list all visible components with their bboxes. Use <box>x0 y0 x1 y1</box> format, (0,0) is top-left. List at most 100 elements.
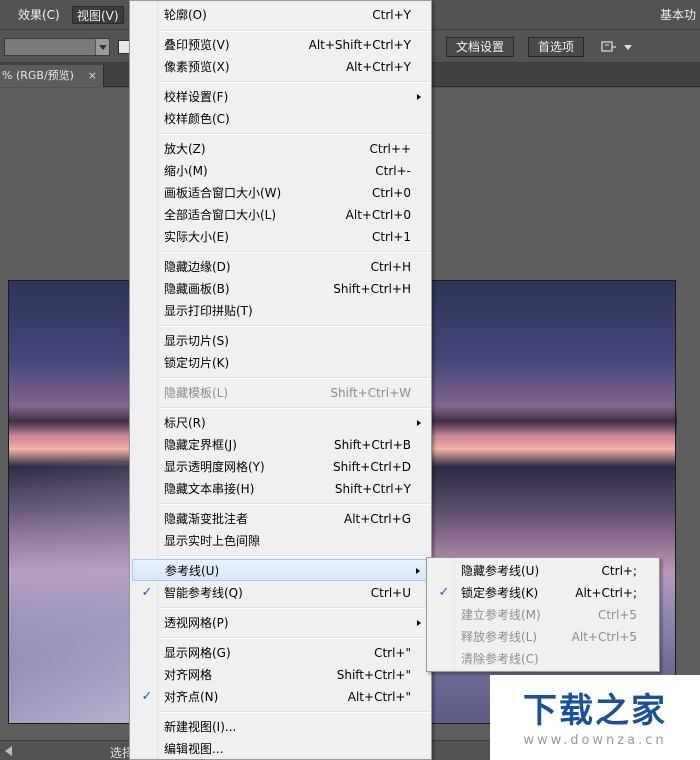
menu-item-label: 清除参考线(C) <box>461 652 539 666</box>
preferences-button[interactable]: 首选项 <box>528 37 585 57</box>
menu-item-shortcut: Ctrl+Y <box>372 8 411 22</box>
menu-separator <box>160 637 429 639</box>
chevron-down-icon <box>95 39 109 55</box>
check-icon: ✓ <box>438 585 450 600</box>
menu-separator <box>160 81 429 83</box>
menu-item-shortcut: Ctrl+; <box>601 564 637 578</box>
chevron-left-icon[interactable] <box>5 746 12 756</box>
menu-view[interactable]: 视图(V) <box>72 6 124 24</box>
menu-item-label: 隐藏文本串接(H) <box>164 482 255 496</box>
menu-item-lock-slices[interactable]: 锁定切片(K) <box>132 352 429 374</box>
arrange-documents-icon[interactable] <box>600 39 640 55</box>
menu-item-fit-artboard[interactable]: 画板适合窗口大小(W) Ctrl+0 <box>132 182 429 204</box>
menu-item-proof-colors[interactable]: 校样颜色(C) <box>132 108 429 130</box>
menu-item-edit-views[interactable]: 编辑视图... <box>132 738 429 760</box>
document-setup-button[interactable]: 文档设置 <box>446 37 515 57</box>
menu-item-label: 对齐点(N) <box>164 690 219 704</box>
guides-submenu: 隐藏参考线(U) Ctrl+; ✓ 锁定参考线(K) Alt+Ctrl+; 建立… <box>426 557 660 672</box>
menu-item-show-live-paint-gaps[interactable]: 显示实时上色间隙 <box>132 530 429 552</box>
menu-item-hide-artboards[interactable]: 隐藏画板(B) Shift+Ctrl+H <box>132 278 429 300</box>
menu-item-shortcut: Ctrl+1 <box>371 230 411 244</box>
menu-separator <box>160 711 429 713</box>
submenu-item-lock-guides[interactable]: ✓ 锁定参考线(K) Alt+Ctrl+; <box>429 582 657 604</box>
menu-item-label: 校样颜色(C) <box>164 112 230 126</box>
menu-item-label: 画板适合窗口大小(W) <box>164 186 282 200</box>
menu-item-label: 隐藏渐变批注者 <box>164 512 249 526</box>
menu-item-smart-guides[interactable]: ✓ 智能参考线(Q) Ctrl+U <box>132 582 429 604</box>
submenu-arrow-icon <box>417 620 421 626</box>
menu-item-label: 显示透明度网格(Y) <box>164 460 265 474</box>
menu-item-label: 对齐网格 <box>164 668 213 682</box>
menu-item-show-grid[interactable]: 显示网格(G) Ctrl+" <box>132 642 429 664</box>
menu-item-fit-all[interactable]: 全部适合窗口大小(L) Alt+Ctrl+0 <box>132 204 429 226</box>
menu-item-guides[interactable]: 参考线(U) <box>132 559 429 581</box>
menu-item-label: 轮廓(O) <box>164 8 207 22</box>
submenu-item-hide-guides[interactable]: 隐藏参考线(U) Ctrl+; <box>429 560 657 582</box>
menu-item-hide-bounding-box[interactable]: 隐藏定界框(J) Shift+Ctrl+B <box>132 434 429 456</box>
menu-item-hide-gradient-annotator[interactable]: 隐藏渐变批注者 Alt+Ctrl+G <box>132 508 429 530</box>
menu-item-label: 锁定参考线(K) <box>461 586 539 600</box>
menu-item-snap-to-point[interactable]: ✓ 对齐点(N) Alt+Ctrl+" <box>132 686 429 708</box>
menu-item-shortcut: Alt+Ctrl+5 <box>571 630 637 644</box>
menu-item-label: 建立参考线(M) <box>461 608 541 622</box>
menu-separator <box>160 325 429 327</box>
site-watermark: 下载之家 www.downza.cn <box>490 675 700 760</box>
menu-item-shortcut: Alt+Shift+Ctrl+Y <box>308 38 411 52</box>
menu-item-hide-text-threads[interactable]: 隐藏文本串接(H) Shift+Ctrl+Y <box>132 478 429 500</box>
workspace-switcher[interactable]: 基本功 <box>660 6 696 23</box>
menu-item-shortcut: Ctrl+H <box>370 260 411 274</box>
menu-item-rulers[interactable]: 标尺(R) <box>132 412 429 434</box>
menu-item-shortcut: Alt+Ctrl+0 <box>345 208 411 222</box>
menu-item-label: 隐藏模板(L) <box>164 386 229 400</box>
menu-item-label: 隐藏边缘(D) <box>164 260 231 274</box>
submenu-arrow-icon <box>416 568 420 574</box>
menu-separator <box>160 377 429 379</box>
menu-item-show-print-tiling[interactable]: 显示打印拼贴(T) <box>132 300 429 322</box>
menu-item-show-slices[interactable]: 显示切片(S) <box>132 330 429 352</box>
view-menu: 轮廓(O) Ctrl+Y 叠印预览(V) Alt+Shift+Ctrl+Y 像素… <box>129 0 432 760</box>
menu-item-label: 参考线(U) <box>165 564 220 578</box>
check-icon: ✓ <box>141 585 153 600</box>
menu-separator <box>160 407 429 409</box>
watermark-url: www.downza.cn <box>523 733 667 748</box>
menu-item-label: 智能参考线(Q) <box>164 586 243 600</box>
menu-item-actual-size[interactable]: 实际大小(E) Ctrl+1 <box>132 226 429 248</box>
menu-item-label: 隐藏画板(B) <box>164 282 230 296</box>
submenu-item-clear-guides: 清除参考线(C) <box>429 648 657 670</box>
menu-item-perspective-grid[interactable]: 透视网格(P) <box>132 612 429 634</box>
menu-item-label: 显示网格(G) <box>164 646 231 660</box>
menu-item-shortcut: Shift+Ctrl+B <box>334 438 411 452</box>
menu-item-label: 标尺(R) <box>164 416 206 430</box>
menu-item-shortcut: Alt+Ctrl+G <box>343 512 411 526</box>
menu-item-zoom-out[interactable]: 缩小(M) Ctrl+- <box>132 160 429 182</box>
document-tab-title: % (RGB/预览) <box>2 69 74 82</box>
menu-item-label: 像素预览(X) <box>164 60 230 74</box>
style-dropdown[interactable] <box>4 38 110 56</box>
menu-item-proof-setup[interactable]: 校样设置(F) <box>132 86 429 108</box>
menu-separator <box>160 607 429 609</box>
check-icon: ✓ <box>141 689 153 704</box>
menu-item-zoom-in[interactable]: 放大(Z) Ctrl++ <box>132 138 429 160</box>
menu-item-label: 锁定切片(K) <box>164 356 230 370</box>
menu-item-label: 编辑视图... <box>164 742 224 756</box>
document-tab[interactable]: % (RGB/预览) × <box>0 65 104 87</box>
menu-item-label: 显示实时上色间隙 <box>164 534 261 548</box>
submenu-arrow-icon <box>417 420 421 426</box>
menu-item-new-view[interactable]: 新建视图(I)... <box>132 716 429 738</box>
menu-item-label: 放大(Z) <box>164 142 206 156</box>
menu-item-label: 实际大小(E) <box>164 230 229 244</box>
menu-item-label: 透视网格(P) <box>164 616 229 630</box>
menu-item-label: 隐藏参考线(U) <box>461 564 540 578</box>
close-icon[interactable]: × <box>88 65 97 87</box>
menu-item-shortcut: Ctrl+- <box>375 164 411 178</box>
menu-item-shortcut: Alt+Ctrl+Y <box>345 60 411 74</box>
menu-item-outline[interactable]: 轮廓(O) Ctrl+Y <box>132 4 429 26</box>
menu-item-overprint-preview[interactable]: 叠印预览(V) Alt+Shift+Ctrl+Y <box>132 34 429 56</box>
menu-effect[interactable]: 效果(C) <box>14 6 64 24</box>
menu-item-pixel-preview[interactable]: 像素预览(X) Alt+Ctrl+Y <box>132 56 429 78</box>
menu-item-show-transparency-grid[interactable]: 显示透明度网格(Y) Shift+Ctrl+D <box>132 456 429 478</box>
menu-separator <box>160 133 429 135</box>
menu-item-hide-edges[interactable]: 隐藏边缘(D) Ctrl+H <box>132 256 429 278</box>
menu-item-shortcut: Shift+Ctrl+" <box>336 668 411 682</box>
menu-item-snap-to-grid[interactable]: 对齐网格 Shift+Ctrl+" <box>132 664 429 686</box>
